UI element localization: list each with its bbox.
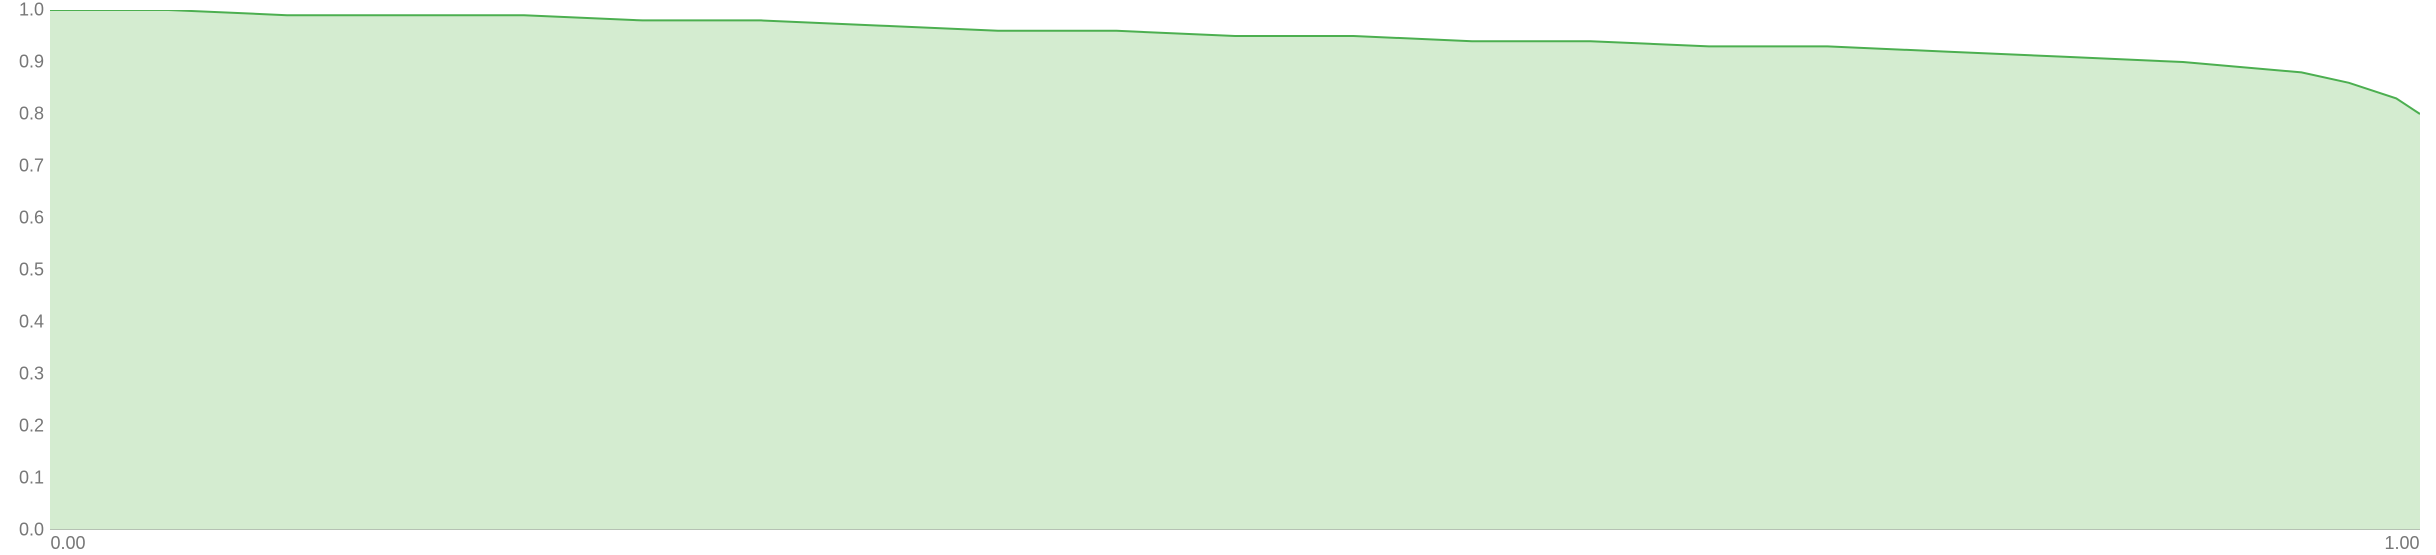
area-fill — [50, 10, 2420, 530]
y-tick-label: 0.7 — [4, 156, 44, 177]
chart-svg — [50, 10, 2420, 530]
y-tick-label: 0.1 — [4, 468, 44, 489]
y-tick-label: 0.0 — [4, 520, 44, 541]
y-tick-label: 1.0 — [4, 0, 44, 21]
x-tick-label: 0.00 — [50, 533, 85, 554]
y-tick-label: 0.9 — [4, 52, 44, 73]
y-tick-label: 0.8 — [4, 104, 44, 125]
y-tick-label: 0.5 — [4, 260, 44, 281]
y-tick-label: 0.4 — [4, 312, 44, 333]
y-tick-label: 0.2 — [4, 416, 44, 437]
y-tick-label: 0.6 — [4, 208, 44, 229]
x-tick-label: 1.00 — [2384, 533, 2419, 554]
y-tick-label: 0.3 — [4, 364, 44, 385]
area-chart — [50, 10, 2420, 530]
